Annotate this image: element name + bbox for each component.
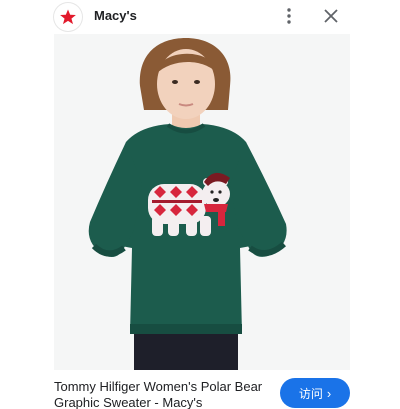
visit-label: 访问 [298, 386, 323, 401]
close-button[interactable] [320, 5, 342, 27]
visit-button[interactable]: 访问 › [280, 378, 350, 408]
red-star-icon [60, 9, 76, 25]
chevron-right-icon: › [326, 385, 332, 401]
site-name: Macy's [94, 8, 137, 23]
product-title[interactable]: Tommy Hilfiger Women's Polar Bear Graphi… [54, 379, 274, 409]
product-image[interactable] [54, 34, 350, 370]
header-bar: Macy's [0, 0, 400, 34]
model-sweater-illustration [88, 38, 287, 370]
more-vert-icon [287, 8, 291, 24]
footer-bar: Tommy Hilfiger Women's Polar Bear Graphi… [0, 370, 400, 409]
macys-logo[interactable] [54, 3, 82, 31]
more-options-button[interactable] [279, 6, 299, 26]
close-icon [324, 9, 338, 23]
